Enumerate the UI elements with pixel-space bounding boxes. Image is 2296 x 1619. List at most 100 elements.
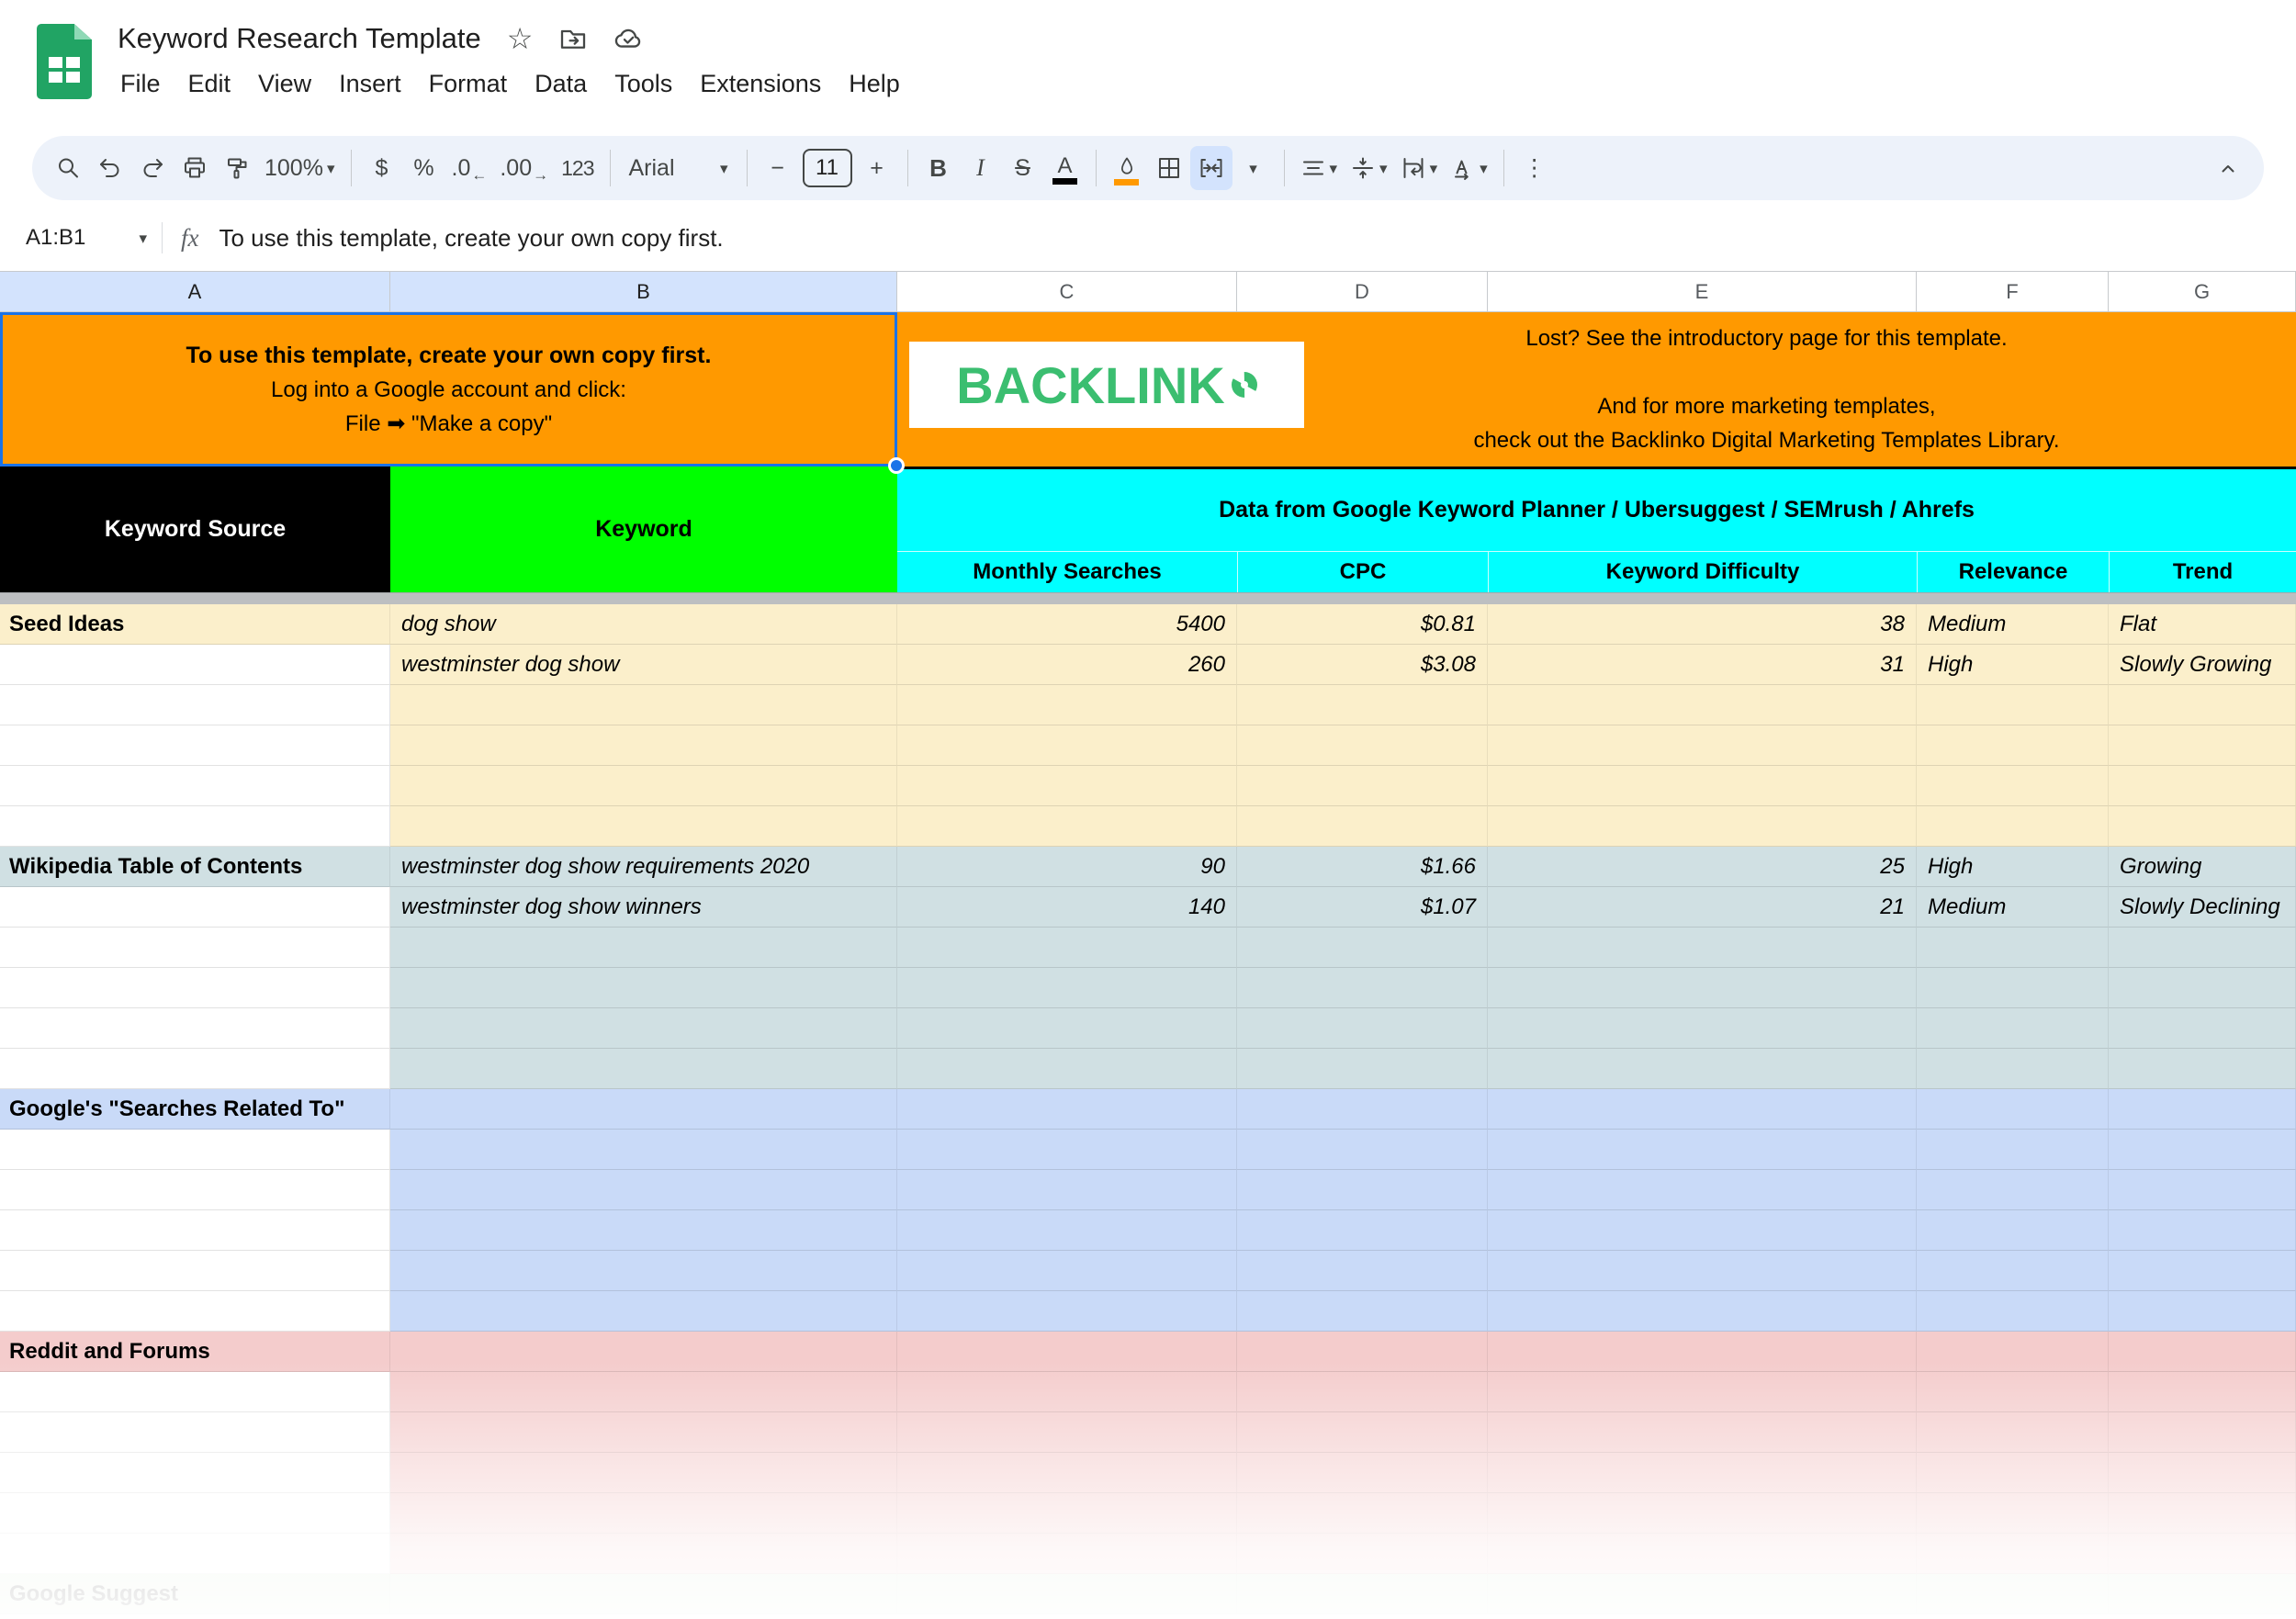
cell[interactable]: [0, 1453, 390, 1493]
cell[interactable]: [897, 1251, 1237, 1291]
cell[interactable]: [390, 1089, 897, 1130]
cell[interactable]: [1917, 1008, 2109, 1049]
cell[interactable]: [897, 1534, 1237, 1574]
cell[interactable]: [1488, 1049, 1917, 1089]
cell[interactable]: 21: [1488, 887, 1917, 928]
menu-tools[interactable]: Tools: [601, 64, 686, 104]
cell[interactable]: [1917, 1089, 2109, 1130]
cell[interactable]: [2109, 1534, 2296, 1574]
cell[interactable]: [390, 1291, 897, 1332]
cell[interactable]: [390, 1130, 897, 1170]
cell[interactable]: westminster dog show requirements 2020: [390, 847, 897, 887]
cell[interactable]: 25: [1488, 847, 1917, 887]
cell[interactable]: [1917, 685, 2109, 725]
sub-header-trend[interactable]: Trend: [2109, 551, 2296, 592]
cell[interactable]: [1917, 806, 2109, 847]
selection-handle[interactable]: [888, 457, 905, 474]
cell[interactable]: [390, 968, 897, 1008]
cell[interactable]: [897, 1453, 1237, 1493]
cell[interactable]: [0, 685, 390, 725]
more-options-button[interactable]: ⋮: [1514, 146, 1556, 190]
cell[interactable]: [2109, 1412, 2296, 1453]
cell[interactable]: [1237, 1332, 1488, 1372]
cell[interactable]: High: [1917, 847, 2109, 887]
cell[interactable]: [1237, 1372, 1488, 1412]
cell[interactable]: [1488, 1008, 1917, 1049]
cell[interactable]: [0, 1372, 390, 1412]
cell[interactable]: [390, 685, 897, 725]
cell[interactable]: [1237, 1049, 1488, 1089]
sub-header-relevance[interactable]: Relevance: [1917, 551, 2109, 592]
cell[interactable]: 38: [1488, 604, 1917, 645]
cell[interactable]: [897, 685, 1237, 725]
cell[interactable]: [897, 1089, 1237, 1130]
header-keyword-source[interactable]: Keyword Source: [0, 467, 390, 592]
name-box[interactable]: A1:B1 ▾: [0, 225, 162, 251]
cell[interactable]: [897, 1332, 1237, 1372]
cell[interactable]: [1917, 968, 2109, 1008]
cell[interactable]: [2109, 968, 2296, 1008]
cell[interactable]: [0, 1534, 390, 1574]
cell[interactable]: Slowly Growing: [2109, 645, 2296, 685]
banner-right-cells[interactable]: Lost? See the introductory page for this…: [1237, 312, 2296, 467]
text-rotation-button[interactable]: ▾: [1444, 146, 1494, 190]
cell[interactable]: [897, 1291, 1237, 1332]
merge-cells-dropdown[interactable]: ▾: [1232, 146, 1275, 190]
cell[interactable]: [390, 1210, 897, 1251]
cell[interactable]: [0, 725, 390, 766]
menu-file[interactable]: File: [107, 64, 174, 104]
move-folder-icon[interactable]: [558, 24, 588, 53]
cell[interactable]: [390, 1170, 897, 1210]
cell[interactable]: [897, 1049, 1237, 1089]
cell[interactable]: [1488, 1210, 1917, 1251]
cell[interactable]: [1488, 1332, 1917, 1372]
cell[interactable]: [1917, 1291, 2109, 1332]
cell[interactable]: $1.07: [1237, 887, 1488, 928]
cell[interactable]: [390, 1049, 897, 1089]
undo-button[interactable]: [89, 146, 131, 190]
cell[interactable]: [897, 1493, 1237, 1534]
cell[interactable]: [1237, 1574, 1488, 1614]
cell[interactable]: [2109, 1372, 2296, 1412]
cell[interactable]: [897, 766, 1237, 806]
cell[interactable]: [1237, 1534, 1488, 1574]
menu-edit[interactable]: Edit: [174, 64, 245, 104]
sub-header-keyword-difficulty[interactable]: Keyword Difficulty: [1488, 551, 1917, 592]
cell[interactable]: [1917, 1049, 2109, 1089]
cell[interactable]: [390, 1251, 897, 1291]
italic-button[interactable]: I: [960, 146, 1002, 190]
menu-extensions[interactable]: Extensions: [686, 64, 835, 104]
formula-input[interactable]: To use this template, create your own co…: [219, 224, 2296, 253]
merge-cells-button[interactable]: [1189, 146, 1232, 190]
column-header-B[interactable]: B: [390, 272, 897, 311]
cell[interactable]: [390, 1412, 897, 1453]
cell[interactable]: [390, 1493, 897, 1534]
cell[interactable]: $1.66: [1237, 847, 1488, 887]
cell[interactable]: westminster dog show winners: [390, 887, 897, 928]
cell[interactable]: [1488, 1089, 1917, 1130]
cell[interactable]: Medium: [1917, 604, 2109, 645]
cell[interactable]: $3.08: [1237, 645, 1488, 685]
cell[interactable]: [1488, 766, 1917, 806]
cell[interactable]: $0.81: [1237, 604, 1488, 645]
cell[interactable]: 31: [1488, 645, 1917, 685]
cell[interactable]: [897, 1372, 1237, 1412]
cell[interactable]: 90: [897, 847, 1237, 887]
format-percent-button[interactable]: %: [403, 146, 445, 190]
cell[interactable]: High: [1917, 645, 2109, 685]
cell[interactable]: [1488, 1453, 1917, 1493]
cell[interactable]: [1488, 806, 1917, 847]
redo-button[interactable]: [131, 146, 174, 190]
cell[interactable]: [1237, 1008, 1488, 1049]
borders-button[interactable]: [1148, 146, 1190, 190]
cell[interactable]: [390, 1574, 897, 1614]
cell[interactable]: [1488, 1291, 1917, 1332]
zoom-select[interactable]: 100% ▾: [258, 146, 342, 190]
column-header-D[interactable]: D: [1237, 272, 1488, 311]
cell[interactable]: [2109, 1210, 2296, 1251]
cell[interactable]: [390, 1008, 897, 1049]
cell[interactable]: [2109, 1130, 2296, 1170]
cell[interactable]: [1488, 928, 1917, 968]
cell[interactable]: 260: [897, 645, 1237, 685]
cell[interactable]: [0, 806, 390, 847]
